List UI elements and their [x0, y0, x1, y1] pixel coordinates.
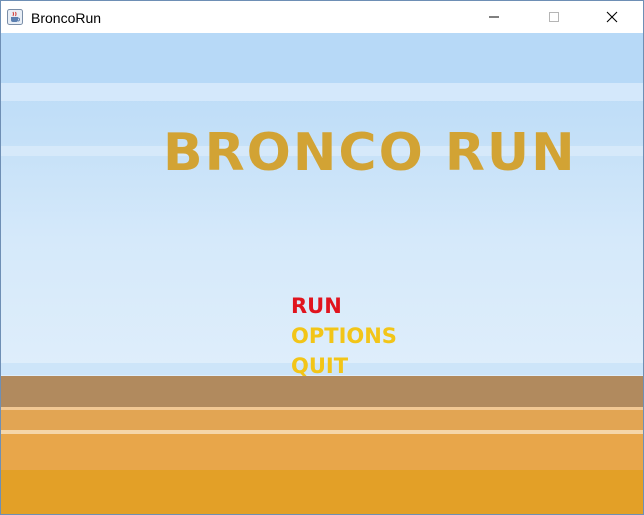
sky-band: [1, 33, 643, 83]
ground-track: [1, 434, 643, 470]
menu-item-run[interactable]: RUN: [291, 291, 397, 321]
maximize-button[interactable]: [531, 1, 577, 33]
sky-band: [1, 83, 643, 101]
ground-sand: [1, 470, 643, 514]
minimize-button[interactable]: [471, 1, 517, 33]
minimize-icon: [489, 16, 499, 18]
main-menu: RUN OPTIONS QUIT: [291, 291, 397, 381]
game-title: BRONCO RUN: [163, 123, 577, 183]
close-icon: [606, 11, 618, 23]
title-bar[interactable]: BroncoRun: [1, 1, 643, 33]
game-canvas[interactable]: BRONCO RUN RUN OPTIONS QUIT: [1, 33, 643, 514]
app-window: BroncoRun BRONCO RUN RUN OPTIONS QUIT: [0, 0, 644, 515]
menu-item-options[interactable]: OPTIONS: [291, 321, 397, 351]
window-title: BroncoRun: [31, 10, 102, 26]
close-button[interactable]: [589, 1, 635, 33]
menu-item-quit[interactable]: QUIT: [291, 351, 397, 381]
ground-track: [1, 410, 643, 430]
java-coffee-cup-icon[interactable]: [7, 9, 23, 25]
maximize-icon: [549, 12, 559, 22]
